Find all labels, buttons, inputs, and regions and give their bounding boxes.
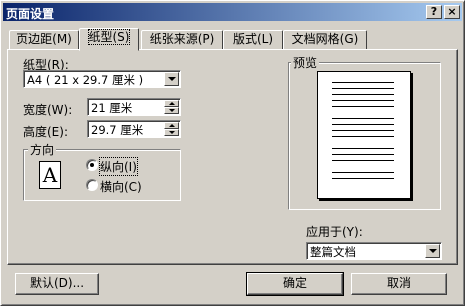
width-down-arrow-icon[interactable] <box>164 107 179 114</box>
title-bar[interactable]: 页面设置 ? × <box>3 3 462 21</box>
tab-document-grid[interactable]: 文档网格(G) <box>283 30 367 50</box>
preview-text-line <box>332 82 394 83</box>
preview-text-line <box>332 94 394 95</box>
window-title: 页面设置 <box>6 7 55 21</box>
preview-text-line <box>332 154 394 155</box>
tab-paper-source[interactable]: 纸张来源(P) <box>141 30 223 50</box>
width-label: 宽度(W): <box>23 103 73 117</box>
width-spinbox[interactable]: 21 厘米 <box>87 98 181 116</box>
help-button[interactable]: ? <box>426 5 442 19</box>
preview-text-line <box>332 130 394 131</box>
height-up-arrow-icon[interactable] <box>164 122 179 129</box>
ok-button[interactable]: 确定 <box>246 272 344 296</box>
cancel-button[interactable]: 取消 <box>351 273 447 295</box>
height-down-arrow-icon[interactable] <box>164 129 179 136</box>
width-up-arrow-icon[interactable] <box>164 100 179 107</box>
preview-text-line <box>332 106 394 107</box>
tab-paper-size[interactable]: 纸型(S) <box>79 28 139 51</box>
close-button[interactable]: × <box>444 5 460 19</box>
portrait-radio[interactable] <box>86 159 98 171</box>
page-setup-dialog: 页面设置 ? × 页边距(M) 纸型(S) 纸张来源(P) 版式(L) 文档网格… <box>0 0 465 306</box>
preview-text-line <box>332 136 394 137</box>
preview-text-line <box>332 178 394 179</box>
paper-size-value: A4 ( 21 x 29.7 厘米 ) <box>27 73 144 87</box>
apply-to-label: 应用于(Y): <box>306 225 363 239</box>
default-button[interactable]: 默认(D)... <box>15 273 99 295</box>
preview-page <box>317 71 411 199</box>
height-label: 高度(E): <box>23 125 68 139</box>
width-value: 21 厘米 <box>91 101 133 115</box>
portrait-page-icon: A <box>39 161 61 189</box>
paper-size-select[interactable]: A4 ( 21 x 29.7 厘米 ) <box>23 70 181 88</box>
preview-text-line <box>332 148 394 149</box>
tab-layout[interactable]: 版式(L) <box>223 30 283 50</box>
orientation-group-label: 方向 <box>28 141 57 158</box>
portrait-page-icon-glyph: A <box>42 163 58 187</box>
landscape-label[interactable]: 横向(C) <box>100 178 142 195</box>
portrait-label[interactable]: 纵向(I) <box>99 157 138 176</box>
chevron-down-icon[interactable] <box>425 244 440 258</box>
chevron-down-icon[interactable] <box>164 72 179 86</box>
preview-text-line <box>332 118 394 119</box>
apply-to-select[interactable]: 整篇文档 <box>306 242 442 260</box>
landscape-radio[interactable] <box>86 179 98 191</box>
apply-to-value: 整篇文档 <box>310 245 356 259</box>
height-value: 29.7 厘米 <box>91 123 144 137</box>
preview-text-line <box>332 88 394 89</box>
preview-group-label: 预览 <box>291 54 320 71</box>
tab-paper-size-label: 纸型(S) <box>87 29 131 45</box>
preview-text-line <box>332 172 394 173</box>
preview-text-line <box>332 124 394 125</box>
preview-text-line <box>332 100 394 101</box>
preview-text-line <box>332 160 394 161</box>
height-spinbox[interactable]: 29.7 厘米 <box>87 120 181 138</box>
tab-margins[interactable]: 页边距(M) <box>9 30 79 50</box>
